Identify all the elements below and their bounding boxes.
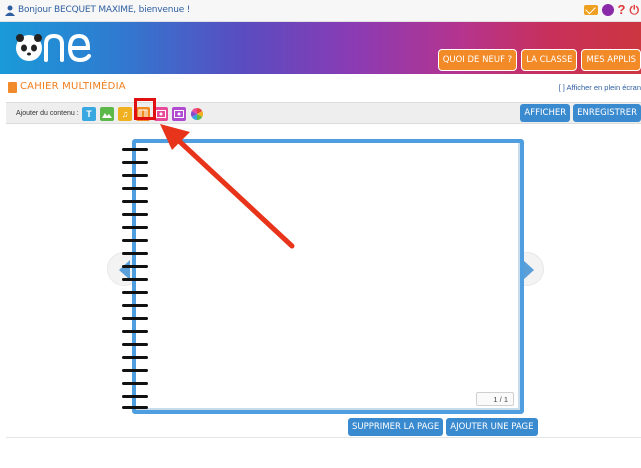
save-button[interactable]: ENREGISTRER bbox=[573, 104, 641, 122]
fullscreen-link[interactable]: [ ] Afficher en plein écran bbox=[559, 83, 641, 92]
add-content-label: Ajouter du contenu : bbox=[16, 110, 79, 117]
top-bar: Bonjour BECQUET MAXIME, bienvenue ! ? ⏻ bbox=[0, 0, 641, 22]
image-tool-icon[interactable] bbox=[100, 107, 114, 121]
page-counter: 1 / 1 bbox=[476, 392, 514, 406]
main-nav: QUOI DE NEUF ? LA CLASSE MES APPLIS bbox=[437, 49, 641, 71]
notebook-page[interactable] bbox=[132, 139, 524, 414]
notebook-spiral bbox=[122, 142, 148, 412]
color-tool-icon[interactable] bbox=[190, 107, 204, 121]
mail-icon[interactable] bbox=[583, 5, 598, 15]
nav-my-apps[interactable]: MES APPLIS bbox=[581, 49, 641, 71]
highlight-box bbox=[134, 98, 156, 120]
account-icon[interactable] bbox=[601, 4, 614, 16]
delete-page-button[interactable]: SUPPRIMER LA PAGE bbox=[348, 418, 444, 436]
embed-tool-icon[interactable] bbox=[154, 107, 168, 121]
header-banner: QUOI DE NEUF ? LA CLASSE MES APPLIS bbox=[0, 22, 641, 74]
greeting-text: Bonjour BECQUET MAXIME, bienvenue ! bbox=[18, 5, 191, 15]
add-page-button[interactable]: AJOUTER UNE PAGE bbox=[446, 418, 538, 436]
page-title: CAHIER MULTIMÉDIA bbox=[20, 81, 126, 92]
nav-whats-new[interactable]: QUOI DE NEUF ? bbox=[437, 49, 518, 71]
nav-class[interactable]: LA CLASSE bbox=[521, 49, 578, 71]
notebook-page-edge bbox=[136, 143, 520, 410]
text-tool-icon[interactable]: T bbox=[82, 107, 96, 121]
one-logo[interactable] bbox=[14, 28, 104, 68]
user-icon bbox=[5, 5, 15, 16]
help-icon[interactable]: ? bbox=[618, 3, 626, 16]
audio-tool-icon[interactable]: ♫ bbox=[118, 107, 132, 121]
show-button[interactable]: AFFICHER bbox=[520, 104, 571, 122]
page-actions: SUPPRIMER LA PAGE AJOUTER UNE PAGE bbox=[348, 418, 538, 436]
notebook-page-icon bbox=[8, 82, 17, 93]
frame-tool-icon[interactable] bbox=[172, 107, 186, 121]
power-icon[interactable]: ⏻ bbox=[630, 4, 640, 16]
view-save-buttons: AFFICHER ENREGISTRER bbox=[520, 104, 641, 122]
top-icons: ? ⏻ bbox=[583, 3, 640, 16]
